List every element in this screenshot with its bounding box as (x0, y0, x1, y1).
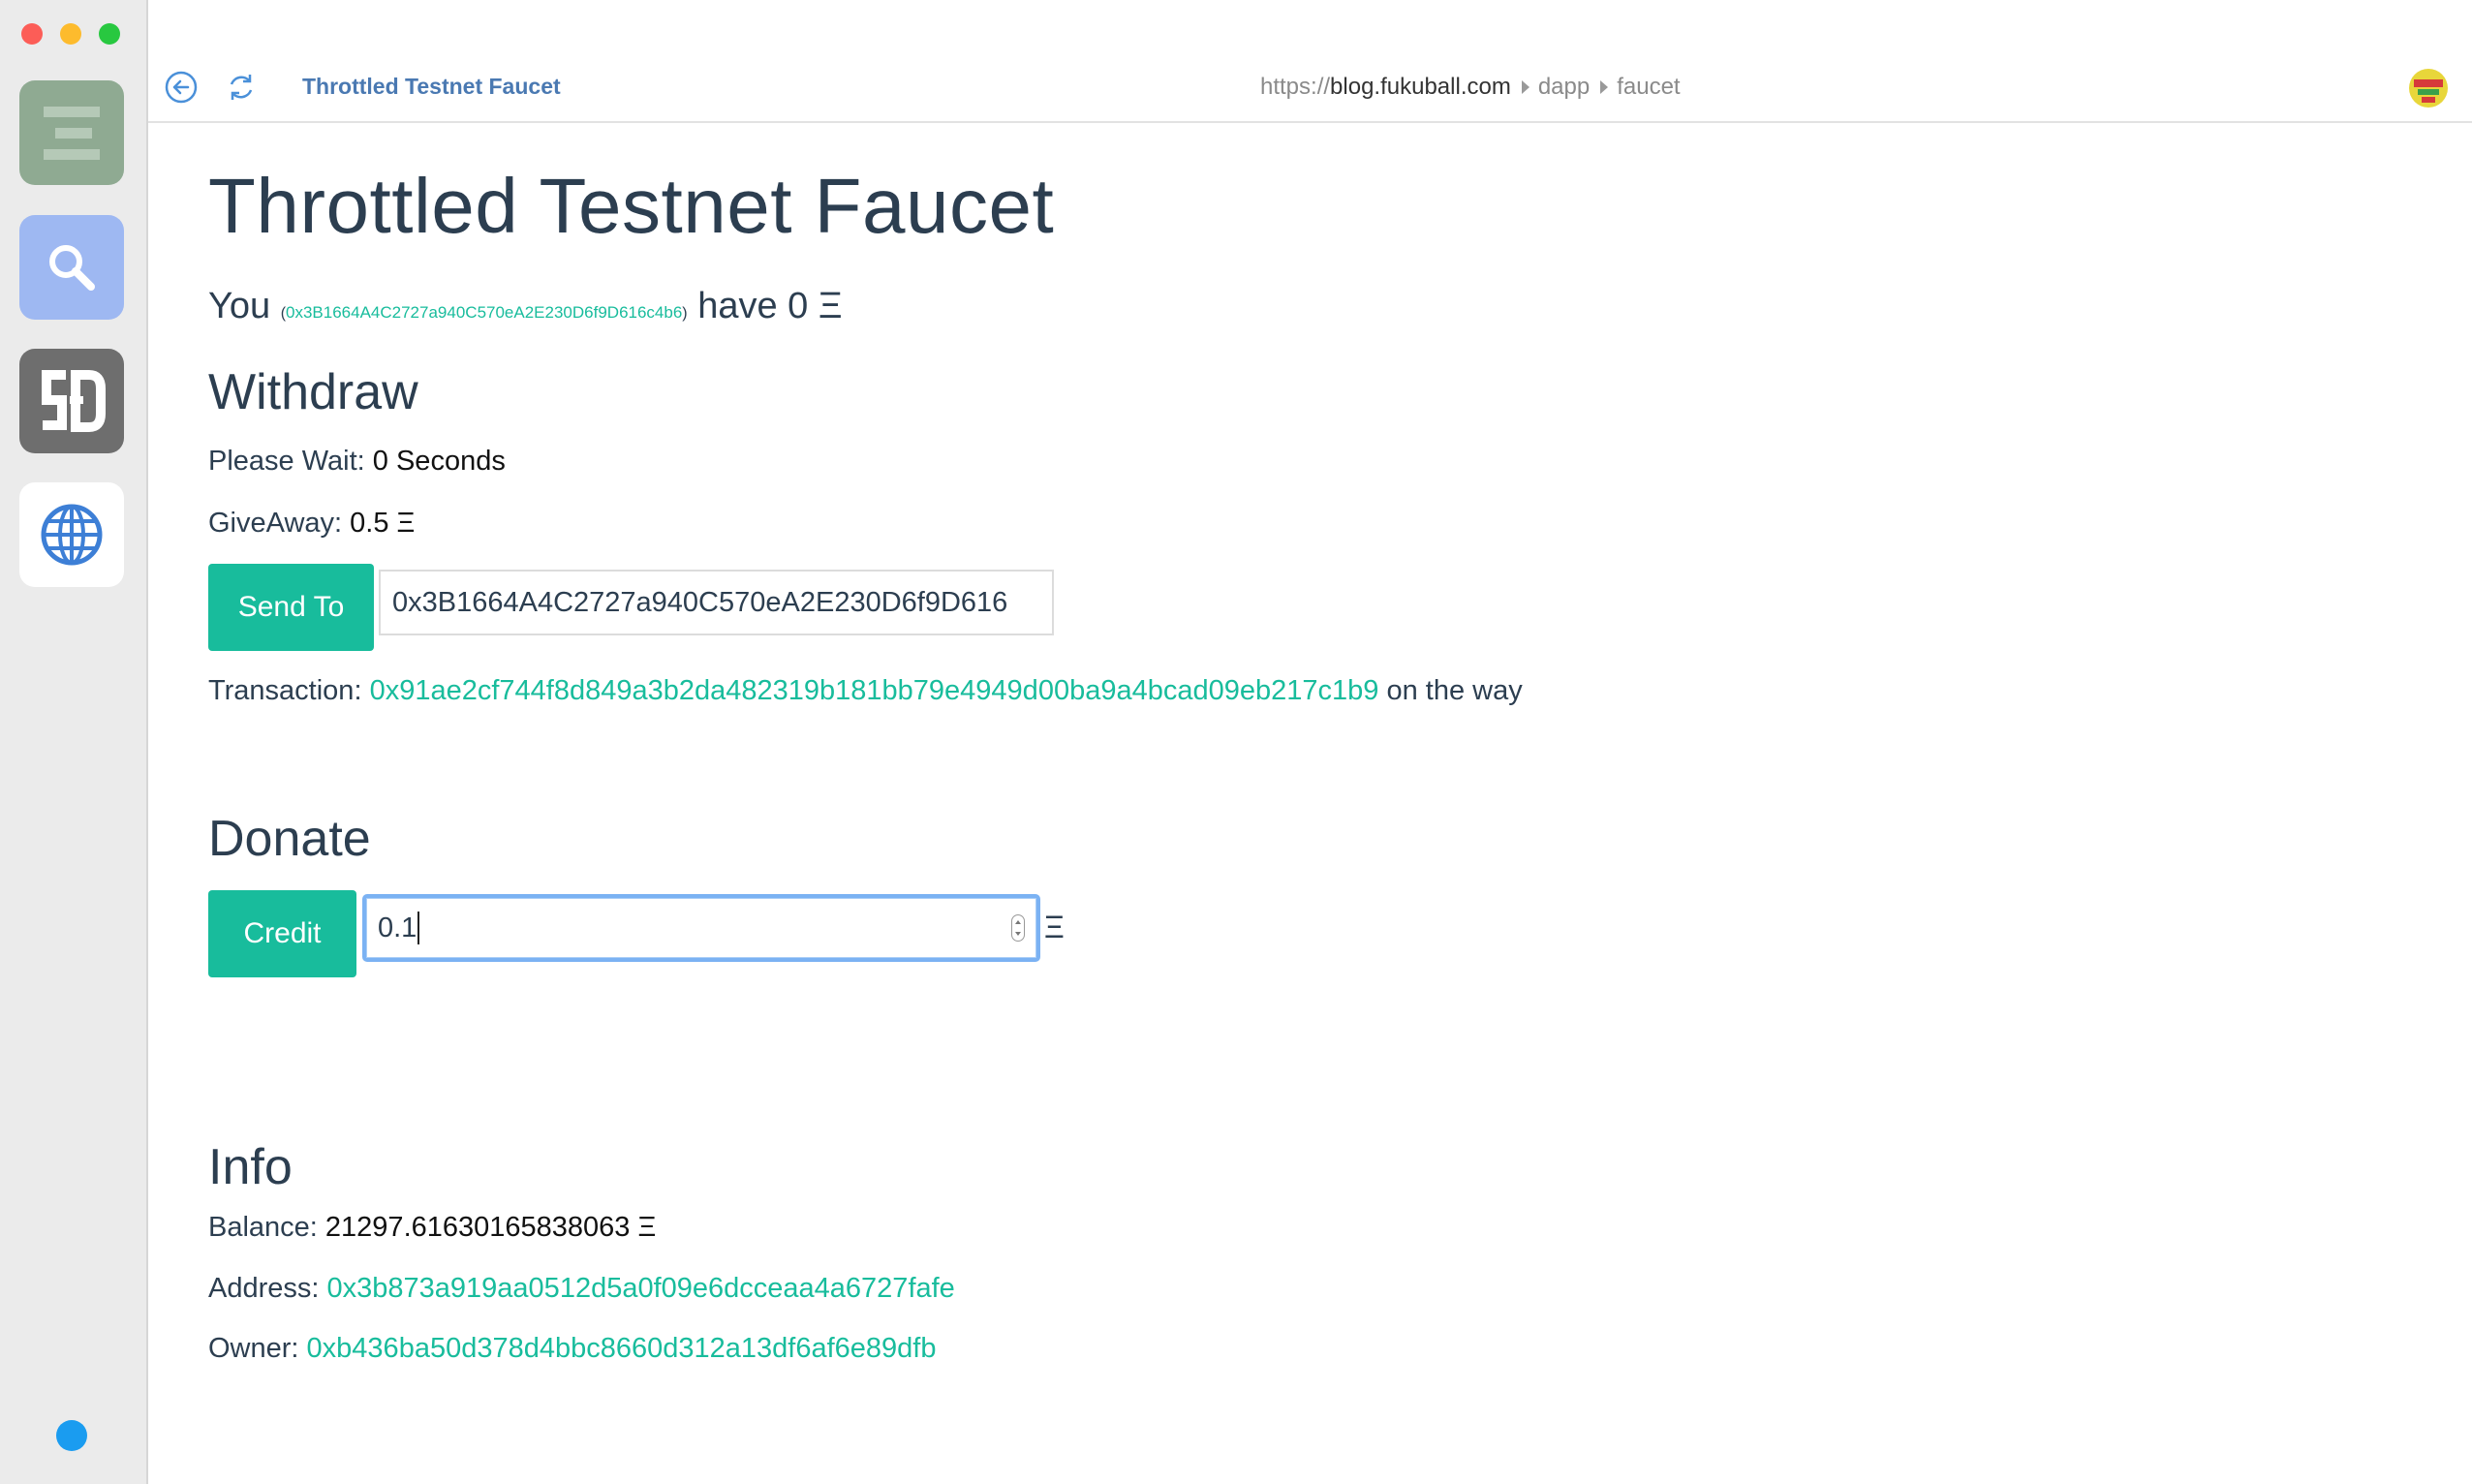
breadcrumb-arrow-icon (1521, 80, 1530, 94)
account-summary: You (0x3B1664A4C2727a940C570eA2E230D6f9D… (208, 286, 843, 327)
contract-address-link[interactable]: 0x3b873a919aa0512d5a0f09e6dcceaa4a6727fa… (327, 1273, 955, 1304)
url-crumb-faucet[interactable]: faucet (1617, 74, 1680, 101)
balance-label: Balance: (208, 1212, 318, 1243)
donate-heading: Donate (208, 811, 371, 867)
giveaway-status: GiveAway: 0.5 Ξ (208, 508, 415, 540)
wait-label: Please Wait: (208, 446, 365, 477)
url-scheme: https:// (1260, 74, 1331, 100)
ether-icon (44, 107, 100, 160)
sidebar-app-ether-wallet[interactable] (19, 80, 124, 185)
info-heading: Info (208, 1139, 293, 1195)
search-icon (49, 245, 95, 291)
owner-label: Owner: (208, 1333, 299, 1364)
account-address-link[interactable]: 0x3B1664A4C2727a940C570eA2E230D6f9D616c4… (286, 303, 682, 322)
transaction-status: Transaction: 0x91ae2cf744f8d849a3b2da482… (208, 675, 1523, 707)
account-avatar-icon[interactable] (2408, 68, 2449, 108)
page-title: Throttled Testnet Faucet (208, 163, 1055, 249)
info-balance: Balance: 21297.61630165838063 Ξ (208, 1212, 656, 1244)
send-to-button[interactable]: Send To (208, 564, 374, 651)
browser-toolbar: Throttled Testnet Faucet https:// blog.f… (148, 0, 2472, 123)
app-sidebar (0, 0, 148, 1484)
status-indicator-dot (56, 1420, 87, 1451)
address-bar[interactable]: https:// blog.fukuball.com dapp faucet (1260, 74, 1681, 101)
transaction-suffix: on the way (1386, 675, 1523, 706)
you-label: You (208, 286, 271, 326)
text-caret (417, 912, 420, 944)
window-maximize-button[interactable] (99, 23, 120, 45)
info-address: Address: 0x3b873a919aa0512d5a0f09e6dccea… (208, 1273, 955, 1305)
withdraw-heading: Withdraw (208, 364, 418, 420)
url-host: blog.fukuball.com (1330, 74, 1511, 100)
breadcrumb-arrow-icon (1600, 80, 1609, 94)
window-close-button[interactable] (21, 23, 43, 45)
window-minimize-button[interactable] (60, 23, 81, 45)
account-balance-text: have 0 Ξ (697, 286, 843, 326)
reload-icon[interactable] (224, 70, 259, 105)
sd-logo-icon (42, 370, 106, 432)
wait-status: Please Wait: 0 Seconds (208, 446, 506, 478)
donate-amount-value: 0.1 (378, 912, 417, 943)
transaction-hash-link[interactable]: 0x91ae2cf744f8d849a3b2da482319b181bb79e4… (370, 675, 1379, 706)
info-owner: Owner: 0xb436ba50d378d4bbc8660d312a13df6… (208, 1333, 936, 1365)
number-stepper-icon[interactable] (1011, 914, 1025, 942)
globe-icon (41, 504, 103, 566)
address-label: Address: (208, 1273, 320, 1304)
giveaway-value: 0.5 Ξ (350, 508, 416, 539)
donate-amount-input[interactable]: 0.1 (362, 894, 1040, 962)
credit-button[interactable]: Credit (208, 890, 356, 977)
donate-unit-label: Ξ (1044, 910, 1065, 944)
close-paren: ) (682, 305, 688, 322)
url-crumb-dapp[interactable]: dapp (1538, 74, 1590, 101)
send-address-input[interactable]: 0x3B1664A4C2727a940C570eA2E230D6f9D616 (379, 570, 1054, 635)
back-arrow-icon[interactable] (164, 70, 199, 105)
page-content: Throttled Testnet Faucet You (0x3B1664A4… (208, 123, 2472, 1484)
sidebar-app-search[interactable] (19, 215, 124, 320)
owner-address-link[interactable]: 0xb436ba50d378d4bbc8660d312a13df6af6e89d… (307, 1333, 937, 1364)
sidebar-app-browser[interactable] (19, 482, 124, 587)
sidebar-app-sd[interactable] (19, 349, 124, 453)
giveaway-label: GiveAway: (208, 508, 343, 539)
transaction-label: Transaction: (208, 675, 362, 706)
balance-value: 21297.61630165838063 Ξ (324, 1212, 657, 1243)
wait-value: 0 Seconds (372, 446, 506, 477)
tab-title[interactable]: Throttled Testnet Faucet (302, 74, 561, 100)
